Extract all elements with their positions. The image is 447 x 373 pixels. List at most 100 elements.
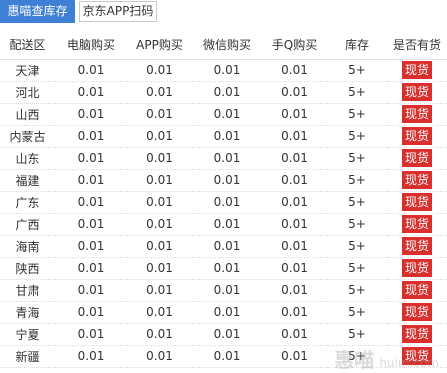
cell-availability: 现货 [387, 125, 447, 147]
cell-wechat-price: 0.01 [213, 327, 241, 341]
cell-region: 甘肃 [15, 283, 40, 298]
cell-app-price: 0.01 [146, 217, 173, 231]
cell-app-price: 0.01 [146, 107, 173, 121]
stock-table: 配送区 电脑购买 APP购买 微信购买 手Q购买 库存 是否有货 天津 0.01 0… [0, 31, 447, 368]
cell-availability: 现货 [387, 81, 447, 103]
table-row: 天津 0.01 0.01 0.01 0.01 5+ 现货 [0, 59, 447, 81]
cell-availability: 现货 [387, 213, 447, 235]
in-stock-badge[interactable]: 现货 [401, 215, 432, 233]
cell-availability: 现货 [387, 235, 447, 257]
in-stock-badge[interactable]: 现货 [401, 281, 432, 299]
cell-wechat-price: 0.01 [213, 151, 241, 165]
in-stock-badge[interactable]: 现货 [401, 325, 432, 343]
cell-region: 山西 [15, 107, 40, 122]
cell-pc-price: 0.01 [77, 239, 105, 253]
cell-wechat-price: 0.01 [213, 173, 241, 187]
cell-stock: 5+ [348, 217, 366, 231]
cell-qq-price: 0.01 [281, 107, 308, 121]
tab-jd-app-qr[interactable]: 京东APP扫码 [79, 1, 157, 22]
in-stock-badge[interactable]: 现货 [401, 347, 432, 365]
column-header-pc-price: 电脑购买 [55, 31, 127, 60]
cell-wechat-price: 0.01 [213, 85, 241, 99]
cell-app-price: 0.01 [146, 85, 173, 99]
cell-availability: 现货 [387, 323, 447, 345]
cell-region: 内蒙古 [9, 129, 46, 144]
cell-wechat-price: 0.01 [213, 239, 241, 253]
table-body: 天津 0.01 0.01 0.01 0.01 5+ 现货 河北 0.01 0.01 0.01 0.01… [0, 59, 447, 367]
cell-pc-price: 0.01 [77, 349, 105, 363]
in-stock-badge[interactable]: 现货 [401, 193, 432, 211]
in-stock-badge[interactable]: 现货 [401, 105, 432, 123]
cell-qq-price: 0.01 [281, 129, 308, 143]
table-row: 山西 0.01 0.01 0.01 0.01 5+ 现货 [0, 103, 447, 125]
cell-qq-price: 0.01 [281, 173, 308, 187]
table-row: 新疆 0.01 0.01 0.01 0.01 5+ 现货 [0, 345, 447, 367]
in-stock-badge[interactable]: 现货 [401, 61, 432, 79]
cell-qq-price: 0.01 [281, 349, 308, 363]
cell-stock: 5+ [348, 129, 366, 143]
cell-pc-price: 0.01 [77, 261, 105, 275]
cell-pc-price: 0.01 [77, 305, 105, 319]
cell-stock: 5+ [348, 239, 366, 253]
cell-stock: 5+ [348, 63, 366, 77]
cell-wechat-price: 0.01 [213, 217, 241, 231]
cell-wechat-price: 0.01 [213, 349, 241, 363]
in-stock-badge[interactable]: 现货 [401, 303, 432, 321]
cell-availability: 现货 [387, 147, 447, 169]
table-row: 山东 0.01 0.01 0.01 0.01 5+ 现货 [0, 147, 447, 169]
cell-pc-price: 0.01 [77, 327, 105, 341]
table-row: 广西 0.01 0.01 0.01 0.01 5+ 现货 [0, 213, 447, 235]
cell-stock: 5+ [348, 327, 366, 341]
cell-availability: 现货 [387, 103, 447, 125]
cell-region: 广东 [15, 195, 40, 210]
cell-app-price: 0.01 [146, 283, 173, 297]
cell-qq-price: 0.01 [281, 63, 308, 77]
cell-availability: 现货 [387, 279, 447, 301]
cell-wechat-price: 0.01 [213, 283, 241, 297]
cell-region: 海南 [15, 239, 40, 254]
table-row: 宁夏 0.01 0.01 0.01 0.01 5+ 现货 [0, 323, 447, 345]
cell-availability: 现货 [387, 59, 447, 81]
cell-wechat-price: 0.01 [213, 261, 241, 275]
in-stock-badge[interactable]: 现货 [401, 259, 432, 277]
cell-pc-price: 0.01 [77, 129, 105, 143]
table-row: 海南 0.01 0.01 0.01 0.01 5+ 现货 [0, 235, 447, 257]
cell-availability: 现货 [387, 257, 447, 279]
in-stock-badge[interactable]: 现货 [401, 149, 432, 167]
cell-qq-price: 0.01 [281, 283, 308, 297]
cell-pc-price: 0.01 [77, 151, 105, 165]
cell-pc-price: 0.01 [77, 63, 105, 77]
column-header-wechat-price: 微信购买 [192, 31, 262, 60]
column-header-stock: 库存 [327, 31, 387, 60]
cell-stock: 5+ [348, 349, 366, 363]
cell-availability: 现货 [387, 191, 447, 213]
cell-wechat-price: 0.01 [213, 305, 241, 319]
cell-region: 陕西 [15, 261, 40, 276]
cell-wechat-price: 0.01 [213, 129, 241, 143]
cell-qq-price: 0.01 [281, 217, 308, 231]
tab-stock-check[interactable]: 惠喵查库存 [0, 0, 75, 23]
cell-qq-price: 0.01 [281, 261, 308, 275]
cell-app-price: 0.01 [146, 261, 173, 275]
column-header-app-price: APP购买 [127, 31, 192, 60]
in-stock-badge[interactable]: 现货 [401, 127, 432, 145]
in-stock-badge[interactable]: 现货 [401, 237, 432, 255]
cell-wechat-price: 0.01 [213, 63, 241, 77]
cell-qq-price: 0.01 [281, 305, 308, 319]
cell-region: 天津 [15, 63, 40, 78]
cell-stock: 5+ [348, 261, 366, 275]
cell-pc-price: 0.01 [77, 195, 105, 209]
cell-region: 河北 [15, 85, 40, 100]
in-stock-badge[interactable]: 现货 [401, 83, 432, 101]
cell-app-price: 0.01 [146, 327, 173, 341]
cell-wechat-price: 0.01 [213, 195, 241, 209]
cell-stock: 5+ [348, 107, 366, 121]
cell-pc-price: 0.01 [77, 85, 105, 99]
cell-app-price: 0.01 [146, 195, 173, 209]
table-row: 陕西 0.01 0.01 0.01 0.01 5+ 现货 [0, 257, 447, 279]
cell-app-price: 0.01 [146, 173, 173, 187]
in-stock-badge[interactable]: 现货 [401, 171, 432, 189]
cell-region: 青海 [15, 305, 40, 320]
cell-qq-price: 0.01 [281, 195, 308, 209]
cell-qq-price: 0.01 [281, 327, 308, 341]
